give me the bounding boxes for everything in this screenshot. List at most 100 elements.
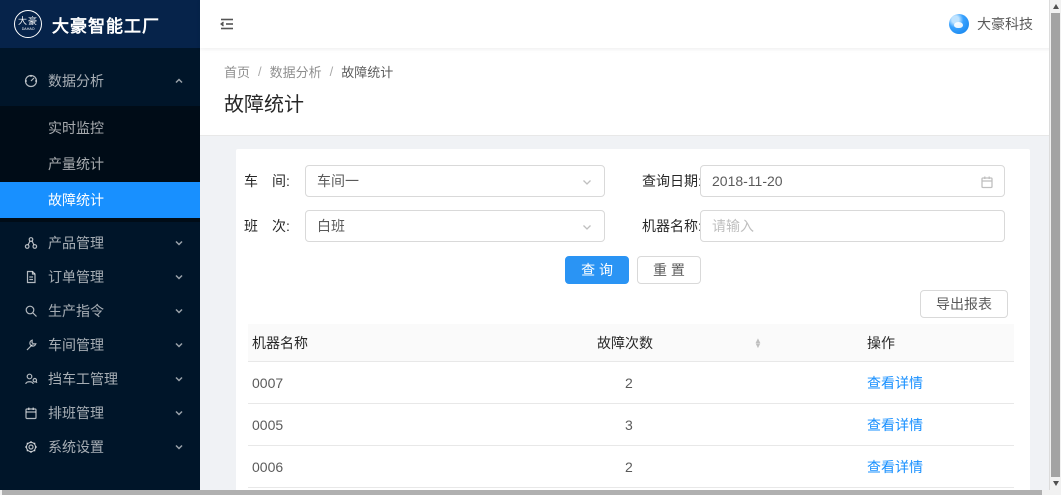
sidebar-item-label: 生产指令: [48, 301, 174, 321]
shift-filter: 班 次: 白班: [244, 210, 605, 242]
calendar-icon: [980, 175, 994, 189]
chevron-up-icon: [174, 76, 184, 86]
gear-icon: [24, 440, 38, 454]
date-picker-value: 2018-11-20: [712, 173, 783, 189]
content-area: 车 间: 车间一 查询日期: 2018-11-20: [200, 136, 1061, 495]
view-details-link[interactable]: 查看详情: [867, 417, 923, 433]
cell-machine-name: 0007: [248, 375, 597, 391]
workshop-select[interactable]: 车间一: [305, 165, 605, 197]
page-header: 首页 / 数据分析 / 故障统计 故障统计: [200, 48, 1061, 136]
app-root: 大豪 DAHAO 大豪智能工厂 数据分析 实时监控 产量统计 故障统计: [0, 0, 1061, 495]
sidebar-item-system-settings[interactable]: 系统设置: [0, 430, 200, 464]
shift-select[interactable]: 白班: [305, 210, 605, 242]
chevron-down-icon: [580, 175, 594, 189]
date-picker[interactable]: 2018-11-20: [700, 165, 1005, 197]
horizontal-scrollbar[interactable]: [0, 490, 1061, 495]
machine-name-placeholder: 请输入: [712, 216, 754, 236]
avatar: [949, 14, 969, 34]
chevron-down-icon: [174, 306, 184, 316]
breadcrumb: 首页 / 数据分析 / 故障统计: [224, 62, 1037, 81]
sidebar-item-operator-mgmt[interactable]: 挡车工管理: [0, 362, 200, 396]
sidebar-item-realtime-monitor[interactable]: 实时监控: [0, 110, 200, 146]
logo: 大豪 DAHAO 大豪智能工厂: [0, 0, 200, 48]
workshop-filter: 车 间: 车间一: [244, 165, 605, 197]
table-row: 0006 2 查看详情: [248, 446, 1014, 488]
machine-name-input[interactable]: 请输入: [700, 210, 1005, 242]
date-filter: 查询日期: 2018-11-20: [642, 165, 1005, 197]
top-bar: 大豪科技: [200, 0, 1061, 48]
sidebar-item-label: 车间管理: [48, 335, 174, 355]
sidebar-item-production-order[interactable]: 生产指令: [0, 294, 200, 328]
table-row: 0005 3 查看详情: [248, 404, 1014, 446]
sidebar-item-label: 数据分析: [48, 71, 174, 91]
cell-machine-name: 0005: [248, 417, 597, 433]
menu-fold-icon[interactable]: [218, 15, 236, 33]
machine-filter: 机器名称: 请输入: [642, 210, 1005, 242]
sidebar-item-output-stats[interactable]: 产量统计: [0, 146, 200, 182]
date-label: 查询日期:: [642, 165, 700, 197]
filter-actions: 查 询 重 置: [244, 256, 1022, 284]
sidebar-item-label: 排班管理: [48, 403, 174, 423]
cluster-icon: [24, 236, 38, 250]
breadcrumb-current: 故障统计: [341, 62, 393, 81]
calendar-icon: [24, 406, 38, 420]
app-title: 大豪智能工厂: [52, 12, 160, 37]
scroll-down-icon[interactable]: [1050, 477, 1061, 490]
breadcrumb-home[interactable]: 首页: [224, 62, 250, 81]
worker-icon: [24, 372, 38, 386]
user-menu[interactable]: 大豪科技: [949, 14, 1033, 34]
main-area: 大豪科技 首页 / 数据分析 / 故障统计 故障统计 车 间: 车间一: [200, 0, 1061, 495]
chevron-down-icon: [174, 408, 184, 418]
sidebar-item-label: 挡车工管理: [48, 369, 174, 389]
reset-button[interactable]: 重 置: [637, 256, 701, 284]
page-title: 故障统计: [224, 91, 1037, 119]
sidebar-item-shift-mgmt[interactable]: 排班管理: [0, 396, 200, 430]
workshop-select-value: 车间一: [317, 171, 359, 191]
workshop-label: 车 间:: [244, 165, 305, 197]
sidebar-item-failure-stats[interactable]: 故障统计: [0, 182, 200, 218]
col-header-machine-name: 机器名称: [248, 333, 597, 353]
sidebar-menu: 数据分析 实时监控 产量统计 故障统计 产品管理: [0, 48, 200, 464]
logo-emblem-cn: 大豪: [18, 17, 38, 26]
search-icon: [24, 304, 38, 318]
sidebar-item-data-analysis[interactable]: 数据分析: [0, 64, 200, 98]
logo-emblem-en: DAHAO: [22, 26, 35, 31]
sidebar-item-label: 产品管理: [48, 233, 174, 253]
cell-machine-name: 0006: [248, 459, 597, 475]
failure-table: 机器名称 故障次数 ▲ ▼ 操作 0007 2 查看详: [248, 324, 1014, 488]
chevron-down-icon: [174, 238, 184, 248]
view-details-link[interactable]: 查看详情: [867, 375, 923, 391]
sidebar-item-workshop-mgmt[interactable]: 车间管理: [0, 328, 200, 362]
sidebar-item-order-mgmt[interactable]: 订单管理: [0, 260, 200, 294]
table-row: 0007 2 查看详情: [248, 362, 1014, 404]
breadcrumb-data-analysis[interactable]: 数据分析: [270, 62, 322, 81]
vertical-scrollbar[interactable]: [1049, 0, 1061, 490]
shift-select-value: 白班: [317, 216, 345, 236]
chevron-down-icon: [580, 220, 594, 234]
sidebar-submenu-data-analysis: 实时监控 产量统计 故障统计: [0, 106, 200, 222]
filter-row-2: 班 次: 白班 机器名称: 请输入: [244, 210, 1022, 242]
scroll-up-icon[interactable]: [1050, 0, 1061, 13]
machine-name-label: 机器名称:: [642, 210, 700, 242]
sidebar-item-label: 订单管理: [48, 267, 174, 287]
col-header-action: 操作: [851, 333, 1014, 353]
col-header-failure-count[interactable]: 故障次数 ▲ ▼: [597, 333, 851, 353]
breadcrumb-separator: /: [330, 64, 334, 79]
cell-failure-count: 2: [597, 459, 851, 475]
export-row: 导出报表: [244, 290, 1022, 318]
chevron-down-icon: [174, 374, 184, 384]
view-details-link[interactable]: 查看详情: [867, 459, 923, 475]
chevron-down-icon: [174, 442, 184, 452]
cell-failure-count: 3: [597, 417, 851, 433]
query-button[interactable]: 查 询: [565, 256, 629, 284]
breadcrumb-separator: /: [258, 64, 262, 79]
col-header-failure-count-label: 故障次数: [597, 335, 653, 351]
tool-icon: [24, 338, 38, 352]
user-name: 大豪科技: [977, 14, 1033, 34]
export-report-button[interactable]: 导出报表: [920, 290, 1008, 318]
vertical-scrollbar-thumb[interactable]: [1051, 13, 1060, 477]
cell-failure-count: 2: [597, 375, 851, 391]
sorter[interactable]: ▲ ▼: [754, 338, 762, 348]
horizontal-scrollbar-thumb[interactable]: [2, 490, 1042, 495]
sidebar-item-product-mgmt[interactable]: 产品管理: [0, 226, 200, 260]
